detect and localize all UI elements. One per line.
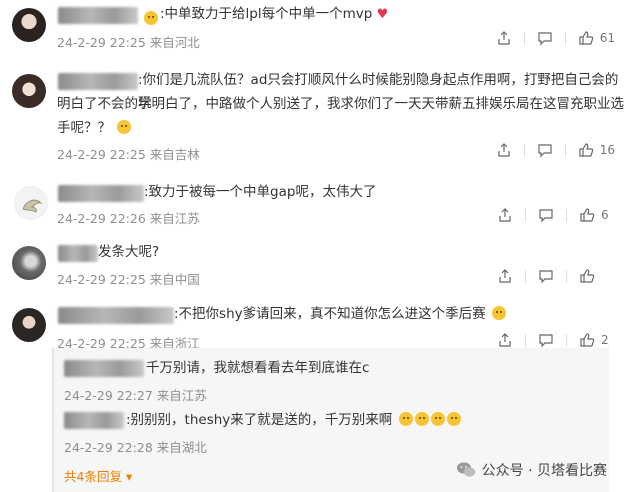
share-button[interactable]	[497, 207, 513, 223]
like-button[interactable]: 6	[579, 207, 615, 223]
heart-icon: ♥	[376, 7, 389, 22]
like-icon	[579, 31, 593, 45]
like-count: 2	[601, 333, 609, 347]
comment-icon	[539, 270, 553, 284]
reply-meta: 24-2-29 22:27 来自江苏	[64, 388, 207, 403]
like-icon	[579, 143, 593, 157]
comment-text-line3: 手呢？？	[57, 117, 132, 140]
emoji-icon	[398, 412, 413, 426]
comment-text: :不把你shy爹请回来，真不知道你怎么进这个季后赛	[174, 303, 506, 326]
wechat-icon	[456, 462, 475, 477]
comment-meta: 24-2-29 22:26 来自江苏	[57, 211, 200, 226]
redacted-username	[58, 73, 138, 90]
comment-text-line2: 明白了不会的学明白了，中路做个人别送了，我求你们了一天天带薪五排娱乐局在这冒充职…	[57, 96, 624, 112]
avatar[interactable]	[12, 74, 46, 108]
share-button[interactable]	[496, 142, 512, 158]
share-button[interactable]	[496, 30, 512, 46]
watermark: 公众号 · 贝塔看比赛	[456, 460, 607, 480]
comment-text: :中单致力于给lpl每个中单一个mvp ♥	[160, 6, 389, 22]
like-icon	[580, 208, 595, 222]
emoji-icon	[491, 306, 506, 320]
comment-meta: 24-2-29 22:25 来自中国	[57, 272, 200, 287]
emoji-icon	[430, 412, 445, 426]
comment-2: :你们是几流队伍？ad只会打顺风什么时候能别隐身起点作用啊，打野把自己会的玩 明…	[0, 64, 625, 174]
share-icon	[498, 143, 510, 157]
like-count: 16	[599, 143, 615, 157]
like-count: 6	[601, 208, 609, 222]
like-button[interactable]	[579, 268, 595, 284]
comment-actions	[485, 268, 615, 284]
comment-3: :致力于被每一个中单gap呢，太伟大了 24-2-29 22:26 来自江苏 6	[0, 178, 625, 234]
comment-5: :不把你shy爹请回来，真不知道你怎么进这个季后赛 24-2-29 22:25 …	[0, 300, 625, 351]
avatar[interactable]	[12, 308, 46, 342]
redacted-username	[64, 360, 144, 377]
comment-icon	[538, 32, 552, 46]
emoji-badge	[144, 11, 158, 25]
comment-1: :中单致力于给lpl每个中单一个mvp ♥ 24-2-29 22:25 来自河北…	[0, 0, 625, 60]
like-button[interactable]: 16	[578, 142, 615, 158]
avatar[interactable]	[12, 8, 46, 42]
share-icon	[499, 333, 511, 347]
avatar[interactable]	[12, 246, 46, 280]
comment-icon	[539, 209, 553, 223]
emoji-icon	[414, 412, 429, 426]
emoji-icon	[446, 412, 461, 426]
like-button[interactable]: 61	[578, 30, 615, 46]
redacted-username	[58, 245, 98, 262]
reply-button[interactable]	[537, 30, 553, 46]
comment-actions: 61	[484, 30, 615, 46]
comment-actions: 6	[485, 207, 615, 223]
reply-button[interactable]	[538, 332, 554, 348]
comment-icon	[538, 144, 552, 158]
share-button[interactable]	[497, 268, 513, 284]
share-button[interactable]	[497, 332, 513, 348]
redacted-username	[58, 185, 144, 202]
comment-icon	[539, 334, 553, 348]
comment-4: 发条大呢? 24-2-29 22:25 来自中国	[0, 238, 625, 296]
avatar[interactable]	[14, 186, 48, 220]
share-icon	[499, 269, 511, 283]
redacted-username	[58, 307, 174, 324]
chevron-down-icon: ▾	[125, 469, 133, 484]
reply-text: :别别别，theshy来了就是送的，千万别来啊	[126, 409, 461, 432]
emoji-icon	[117, 120, 132, 134]
reply-button[interactable]	[537, 142, 553, 158]
like-button[interactable]: 2	[579, 332, 615, 348]
comment-actions: 2	[485, 332, 615, 348]
comment-meta: 24-2-29 22:25 来自河北	[57, 35, 200, 50]
share-icon	[498, 31, 510, 45]
like-count: 61	[599, 31, 615, 45]
comment-meta: 24-2-29 22:25 来自吉林	[57, 147, 200, 162]
comment-text: 发条大呢?	[98, 244, 160, 260]
reply-button[interactable]	[538, 207, 554, 223]
more-replies-link[interactable]: 共4条回复 ▾	[64, 466, 132, 485]
reply-text: 千万别请，我就想看看去年到底谁在c	[146, 360, 370, 376]
reply-button[interactable]	[538, 268, 554, 284]
reply-meta: 24-2-29 22:28 来自湖北	[64, 440, 207, 455]
redacted-username	[64, 412, 124, 429]
share-icon	[499, 208, 511, 222]
like-icon	[580, 269, 595, 283]
comment-text: :致力于被每一个中单gap呢，太伟大了	[144, 184, 377, 200]
redacted-username	[58, 7, 138, 24]
comment-actions: 16	[484, 142, 615, 158]
like-icon	[580, 333, 595, 347]
